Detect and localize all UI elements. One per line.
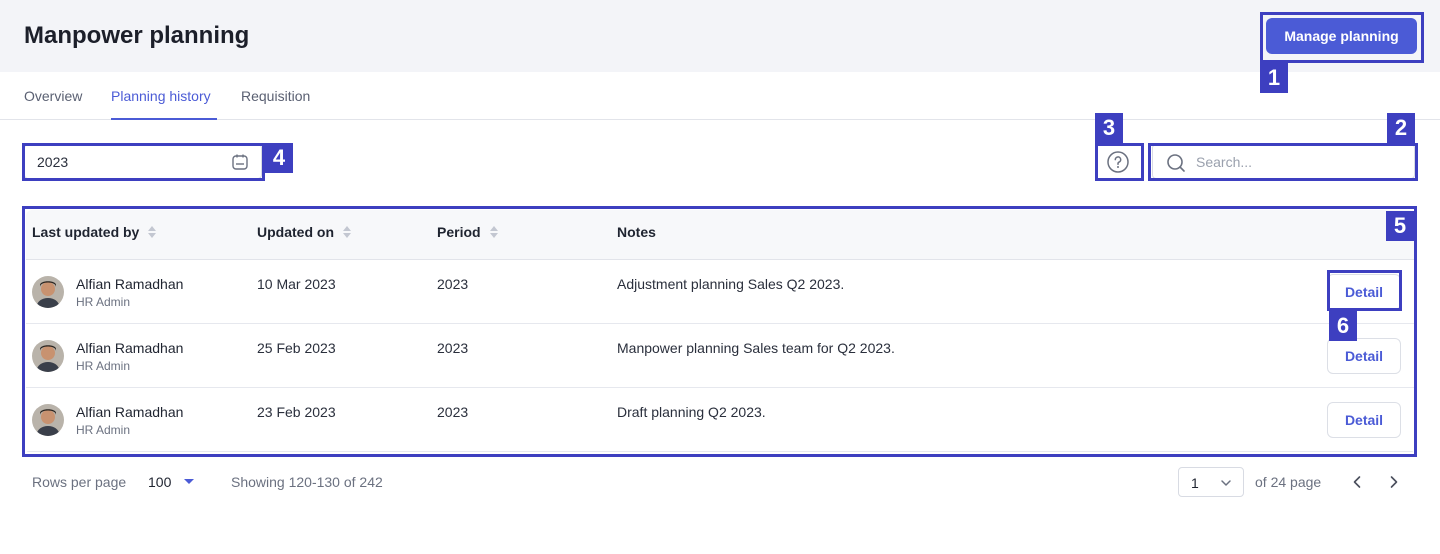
- tab-bar: Overview Planning history Requisition: [0, 72, 1440, 120]
- annotation-badge-5: 5: [1386, 211, 1414, 241]
- previous-page-icon[interactable]: [1347, 472, 1367, 492]
- page-title: Manpower planning: [24, 22, 250, 49]
- annotation-box-4: [22, 143, 265, 181]
- next-page-icon[interactable]: [1384, 472, 1404, 492]
- annotation-box-3: [1095, 143, 1144, 181]
- active-tab-indicator: [111, 118, 217, 120]
- tab-planning-history[interactable]: Planning history: [111, 88, 211, 104]
- annotation-badge-6: 6: [1329, 311, 1357, 341]
- page-number-select[interactable]: 1: [1178, 467, 1244, 497]
- annotation-box-1: [1260, 12, 1424, 63]
- annotation-box-6: [1327, 270, 1402, 311]
- page-header: Manpower planning Manage planning: [0, 0, 1440, 72]
- chevron-down-icon[interactable]: [184, 479, 194, 484]
- annotation-box-2: [1148, 143, 1418, 181]
- annotation-box-5: [22, 206, 1417, 457]
- annotation-badge-3: 3: [1095, 113, 1123, 143]
- annotation-badge-1: 1: [1260, 63, 1288, 93]
- chevron-down-icon: [1219, 476, 1233, 495]
- showing-range-text: Showing 120-130 of 242: [231, 474, 383, 490]
- total-pages-text: of 24 page: [1255, 474, 1322, 490]
- rows-per-page-label: Rows per page: [32, 474, 127, 490]
- tab-requisition[interactable]: Requisition: [241, 88, 310, 104]
- annotation-badge-4: 4: [265, 143, 293, 173]
- rows-per-page-select[interactable]: 100: [148, 474, 171, 490]
- tab-overview[interactable]: Overview: [24, 88, 82, 104]
- annotation-badge-2: 2: [1387, 113, 1415, 143]
- current-page-value: 1: [1191, 475, 1199, 491]
